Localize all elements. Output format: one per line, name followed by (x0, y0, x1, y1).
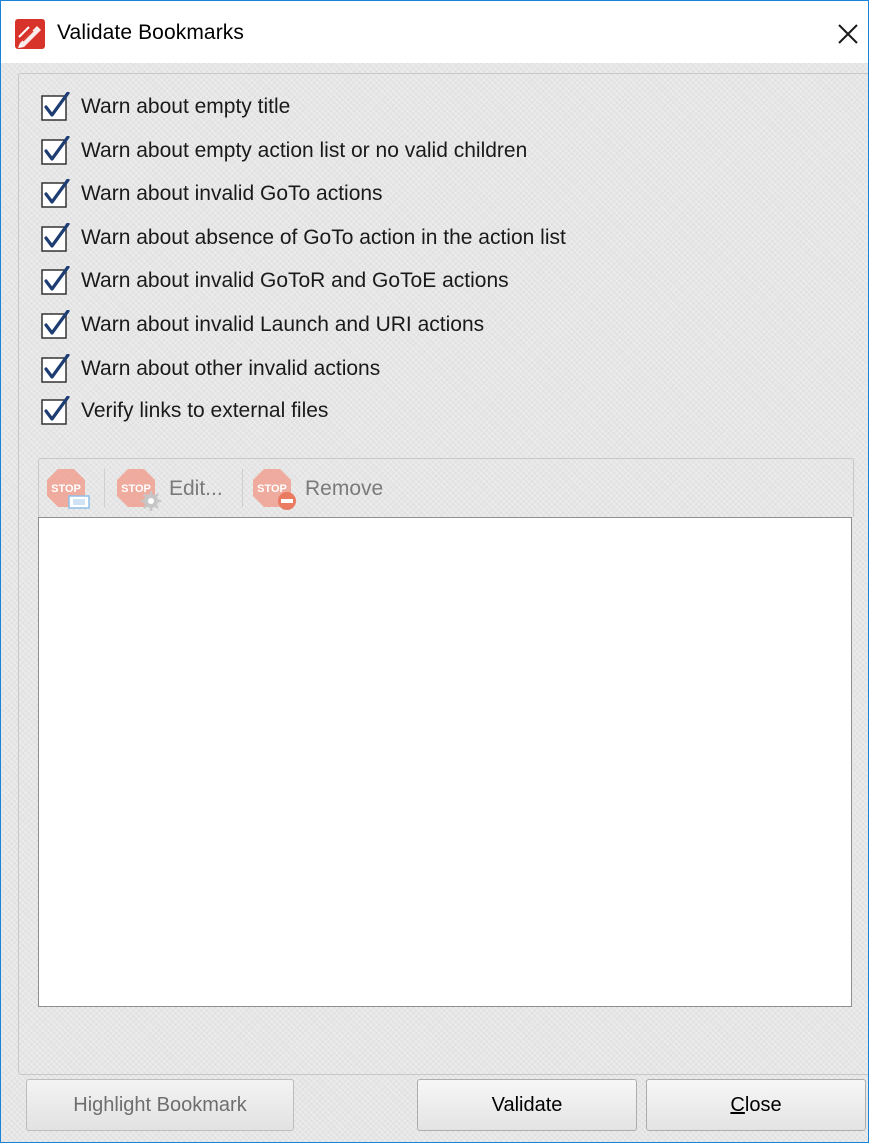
close-button-label: Close (730, 1093, 782, 1116)
close-icon[interactable] (837, 23, 859, 45)
exceptions-list[interactable] (38, 517, 852, 1007)
stop-sign-add-icon: STOP (47, 469, 90, 509)
validate-bookmarks-dialog: Validate Bookmarks Warn about empty titl… (0, 0, 869, 1143)
option-label: Warn about invalid GoToR and GoToE actio… (81, 269, 509, 292)
checkbox[interactable] (41, 310, 71, 340)
remove-label: Remove (305, 477, 384, 500)
edit-label: Edit... (169, 477, 223, 500)
option-checkbox-row[interactable]: Verify links to external files (41, 395, 328, 427)
option-checkbox-row[interactable]: Warn about empty action list or no valid… (41, 135, 527, 167)
svg-text:STOP: STOP (257, 483, 287, 495)
svg-text:STOP: STOP (121, 483, 151, 495)
option-label: Warn about invalid GoTo actions (81, 182, 383, 205)
checkbox[interactable] (41, 354, 71, 384)
add-exception-button[interactable]: STOP (45, 467, 91, 511)
close-button[interactable]: Close (646, 1079, 866, 1131)
svg-text:STOP: STOP (51, 483, 81, 495)
pdf-editor-app-icon (15, 19, 45, 49)
dialog-body: Warn about empty title Warn about empty a… (1, 63, 868, 1142)
toolbar-separator (104, 469, 105, 507)
checkbox[interactable] (41, 396, 71, 426)
edit-exception-button[interactable]: STOP Edit... (115, 467, 223, 511)
stop-sign-gear-icon: STOP (117, 469, 161, 511)
option-checkbox-row[interactable]: Warn about invalid GoTo actions (41, 178, 383, 210)
option-checkbox-row[interactable]: Warn about empty title (41, 91, 290, 123)
exceptions-toolbar: STOP STOP Edit... STOP Remove (38, 458, 854, 517)
toolbar-separator (242, 469, 243, 507)
checkbox[interactable] (41, 92, 71, 122)
option-label: Verify links to external files (81, 399, 329, 422)
option-checkbox-row[interactable]: Warn about absence of GoTo action in the… (41, 222, 566, 254)
option-checkbox-row[interactable]: Warn about other invalid actions (41, 353, 380, 385)
option-label: Warn about absence of GoTo action in the… (81, 226, 566, 249)
option-label: Warn about invalid Launch and URI action… (81, 313, 485, 336)
checkbox[interactable] (41, 266, 71, 296)
window-title: Validate Bookmarks (57, 21, 244, 44)
checkbox[interactable] (41, 223, 71, 253)
remove-exception-button[interactable]: STOP Remove (251, 467, 383, 511)
option-label: Warn about empty action list or no valid… (81, 139, 528, 162)
option-label: Warn about other invalid actions (81, 357, 381, 380)
checkbox[interactable] (41, 136, 71, 166)
option-checkbox-row[interactable]: Warn about invalid GoToR and GoToE actio… (41, 265, 509, 297)
highlight-bookmark-button[interactable]: Highlight Bookmark (26, 1079, 294, 1131)
validate-button[interactable]: Validate (417, 1079, 637, 1131)
option-checkbox-row[interactable]: Warn about invalid Launch and URI action… (41, 309, 484, 341)
checkbox[interactable] (41, 179, 71, 209)
title-bar: Validate Bookmarks (1, 1, 868, 63)
option-label: Warn about empty title (81, 95, 291, 118)
stop-sign-minus-icon: STOP (253, 469, 296, 510)
